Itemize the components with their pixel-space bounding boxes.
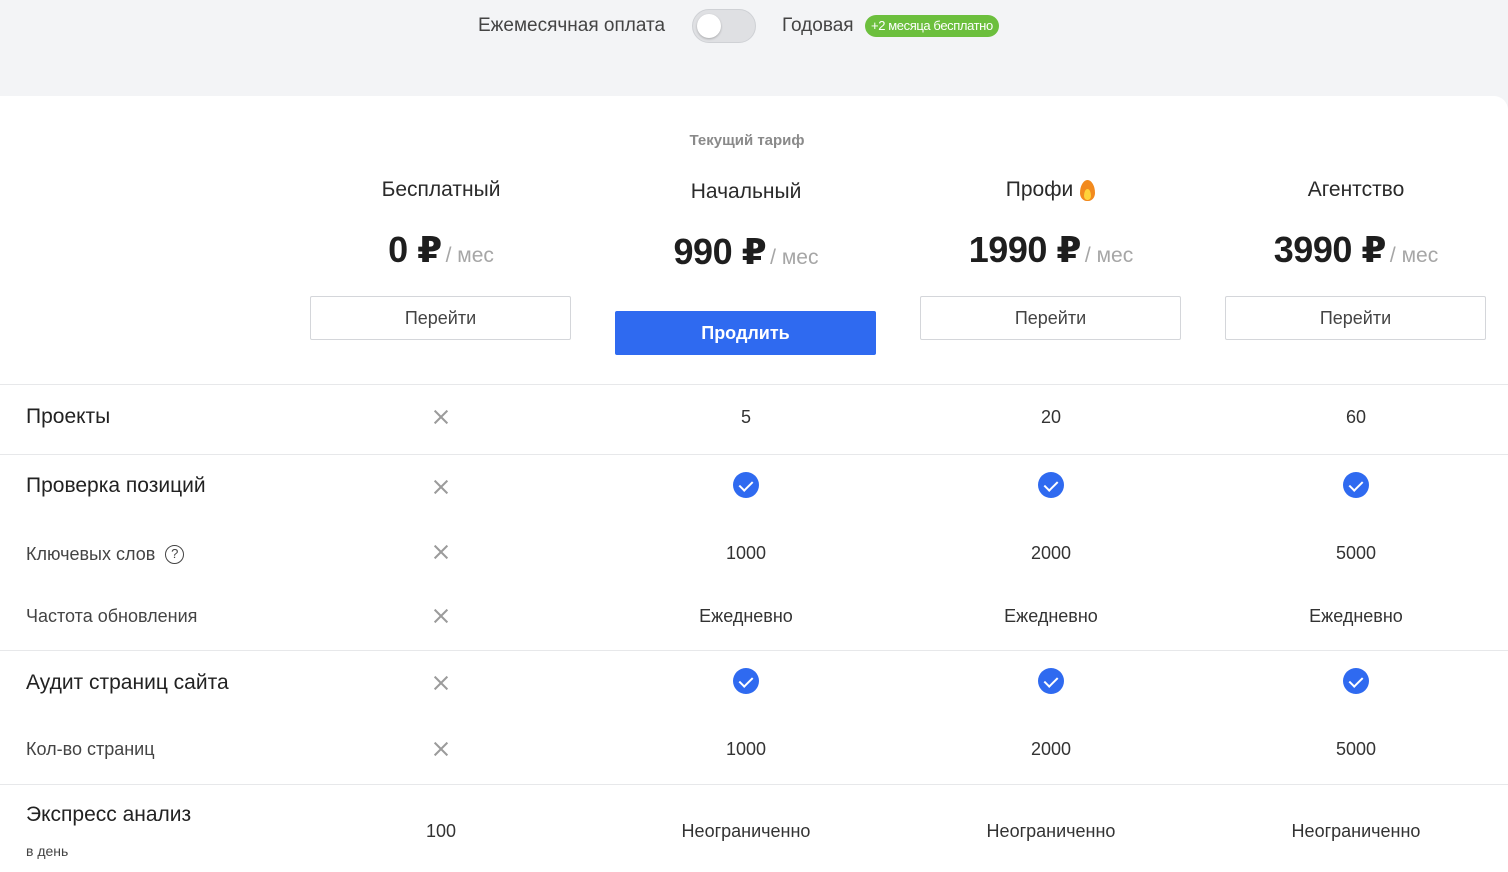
row-label-position-check: Проверка позиций	[26, 474, 206, 497]
plan-price: 0 ₽ / мес	[388, 229, 494, 270]
monthly-billing-label[interactable]: Ежемесячная оплата	[478, 15, 665, 37]
toggle-knob	[697, 14, 721, 38]
x-icon	[433, 479, 449, 500]
plan-starter: Начальный 990 ₽ / мес Продлить	[615, 178, 877, 355]
keywords-value: 1000	[725, 543, 767, 563]
frequency-value: Ежедневно	[699, 606, 793, 626]
x-icon	[433, 675, 449, 696]
frequency-value: Ежедневно	[1309, 606, 1403, 626]
row-label-update-frequency: Частота обновления	[26, 606, 198, 626]
express-value: Неограниченно	[986, 821, 1116, 841]
express-value: Неограниченно	[681, 821, 811, 841]
frequency-value: Ежедневно	[1004, 606, 1098, 626]
plan-price: 3990 ₽ / мес	[1273, 229, 1439, 270]
pages-value: 5000	[1335, 739, 1377, 759]
row-label-express-analysis: Экспресс анализ	[26, 803, 192, 826]
x-icon	[433, 409, 449, 430]
plan-price: 1990 ₽ / мес	[968, 229, 1134, 270]
check-icon	[733, 472, 759, 503]
promo-badge: +2 месяца бесплатно	[865, 15, 999, 37]
row-label-pages-count: Кол-во страниц	[26, 739, 155, 759]
fire-icon	[1079, 179, 1096, 202]
yearly-billing-label[interactable]: Годовая	[782, 15, 854, 37]
projects-value: 60	[1345, 407, 1367, 427]
check-icon	[733, 668, 759, 699]
projects-value: 5	[740, 407, 752, 427]
billing-period-bar: Ежемесячная оплата Годовая +2 месяца бес…	[0, 0, 1508, 96]
check-icon	[1038, 668, 1064, 699]
keywords-value: 2000	[1030, 543, 1072, 563]
plan-name: Агентство	[1307, 178, 1405, 201]
pages-value: 2000	[1030, 739, 1072, 759]
express-value: Неограниченно	[1291, 821, 1421, 841]
plan-pro: Профи 1990 ₽ / мес Перейти	[920, 176, 1182, 340]
projects-value: 20	[1040, 407, 1062, 427]
plan-name: Начальный	[690, 180, 802, 203]
plan-free: Бесплатный 0 ₽ / мес Перейти	[310, 176, 572, 340]
plan-name: Бесплатный	[381, 178, 501, 201]
plan-agency: Агентство 3990 ₽ / мес Перейти	[1225, 176, 1487, 340]
check-icon	[1343, 668, 1369, 699]
express-value: 100	[425, 821, 457, 841]
keywords-value: 5000	[1335, 543, 1377, 563]
help-icon[interactable]: ?	[165, 545, 185, 564]
row-hint-per-day: в день	[26, 843, 69, 859]
divider	[0, 650, 1508, 651]
pricing-table: Текущий тариф Бесплатный 0 ₽ / мес Перейт…	[0, 96, 1508, 872]
plan-starter-renew-button[interactable]: Продлить	[615, 311, 876, 355]
plan-agency-select-button[interactable]: Перейти	[1225, 296, 1486, 340]
row-label-projects: Проекты	[26, 405, 111, 428]
plan-price: 990 ₽ / мес	[673, 231, 819, 272]
divider	[0, 454, 1508, 455]
plan-pro-select-button[interactable]: Перейти	[920, 296, 1181, 340]
divider	[0, 784, 1508, 785]
row-label-keywords: Ключевых слов ?	[26, 544, 185, 565]
divider	[0, 384, 1508, 385]
check-icon	[1343, 472, 1369, 503]
x-icon	[433, 608, 449, 629]
billing-period-toggle[interactable]	[692, 9, 756, 43]
plan-name: Профи	[1006, 176, 1096, 204]
plan-free-select-button[interactable]: Перейти	[310, 296, 571, 340]
pages-value: 1000	[725, 739, 767, 759]
check-icon	[1038, 472, 1064, 503]
x-icon	[433, 544, 449, 565]
current-plan-label: Текущий тариф	[689, 132, 805, 149]
row-label-site-audit: Аудит страниц сайта	[26, 671, 229, 694]
x-icon	[433, 741, 449, 762]
